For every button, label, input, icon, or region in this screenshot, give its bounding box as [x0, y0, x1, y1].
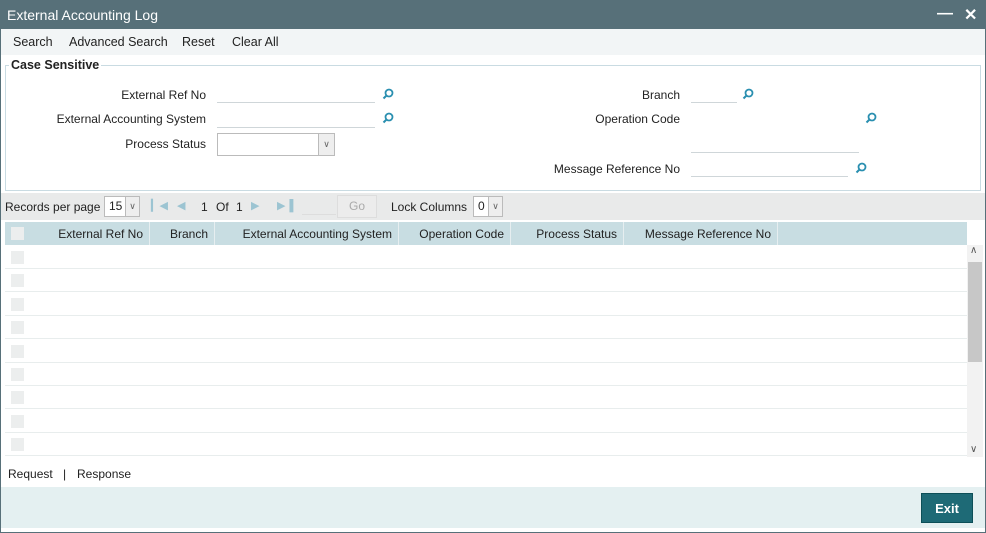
reset-button[interactable]: Reset	[182, 35, 215, 49]
records-per-page-select[interactable]: 15 ∨	[104, 196, 140, 217]
row-checkbox[interactable]	[11, 321, 24, 335]
row-checkbox[interactable]	[11, 251, 24, 264]
table-row[interactable]	[5, 386, 967, 410]
table-row[interactable]	[5, 340, 967, 363]
response-link[interactable]: Response	[77, 467, 131, 481]
lock-columns-value: 0	[478, 199, 485, 213]
process-status-select[interactable]: ∨	[217, 133, 335, 156]
row-checkbox[interactable]	[11, 344, 24, 358]
table-row[interactable]	[5, 316, 967, 340]
table-row[interactable]	[5, 410, 967, 433]
select-all-checkbox[interactable]	[11, 227, 24, 240]
row-checkbox[interactable]	[11, 368, 24, 381]
previous-page-icon[interactable]: ◀	[177, 199, 185, 212]
operation-code-input[interactable]	[691, 135, 859, 153]
of-label: Of	[216, 200, 229, 214]
clear-all-button[interactable]: Clear All	[232, 35, 279, 49]
table-row[interactable]	[5, 246, 967, 269]
footer	[1, 487, 985, 528]
scroll-down-icon[interactable]: ∨	[970, 444, 977, 455]
message-reference-no-input[interactable]	[691, 159, 848, 177]
column-header[interactable]: Operation Code	[399, 222, 511, 245]
operation-code-label: Operation Code	[595, 112, 680, 126]
minus-icon[interactable]: —	[937, 5, 953, 23]
exit-button[interactable]: Exit	[921, 493, 973, 523]
close-icon[interactable]: ✕	[964, 5, 977, 25]
chevron-down-icon: ∨	[125, 197, 139, 216]
column-header[interactable]: External Ref No	[36, 222, 150, 245]
column-header[interactable]: External Accounting System	[215, 222, 399, 245]
table-header: External Ref No Branch External Accounti…	[5, 222, 967, 245]
separator: |	[63, 467, 67, 481]
table-row[interactable]	[5, 433, 967, 457]
process-status-value	[218, 137, 221, 151]
row-checkbox[interactable]	[11, 414, 24, 428]
request-link[interactable]: Request	[8, 467, 53, 481]
search-icon[interactable]	[865, 112, 877, 124]
row-checkbox[interactable]	[11, 391, 24, 405]
external-accounting-system-label: External Accounting System	[56, 112, 206, 126]
scroll-up-icon[interactable]: ∧	[970, 245, 977, 256]
next-page-icon[interactable]: ▶	[251, 199, 259, 212]
records-per-page-label: Records per page	[5, 200, 101, 214]
advanced-search-button[interactable]: Advanced Search	[69, 35, 168, 49]
external-ref-no-label: External Ref No	[121, 88, 206, 102]
go-button[interactable]: Go	[337, 195, 377, 218]
external-accounting-system-input[interactable]	[217, 110, 375, 128]
first-page-icon[interactable]: ▎◀	[151, 199, 168, 212]
window-title: External Accounting Log	[0, 0, 986, 29]
row-checkbox[interactable]	[11, 297, 24, 311]
page-number-input[interactable]	[302, 197, 336, 215]
table-row[interactable]	[5, 363, 967, 386]
lock-columns-select[interactable]: 0 ∨	[473, 196, 503, 217]
fieldset-legend: Case Sensitive	[9, 58, 102, 72]
external-ref-no-input[interactable]	[217, 85, 375, 103]
records-per-page-value: 15	[109, 199, 123, 213]
table-row[interactable]	[5, 293, 967, 316]
lock-columns-label: Lock Columns	[391, 200, 468, 214]
row-checkbox[interactable]	[11, 438, 24, 452]
column-header[interactable]: Branch	[150, 222, 215, 245]
search-button[interactable]: Search	[13, 35, 53, 49]
current-page: 1	[201, 200, 208, 214]
column-header[interactable]: Message Reference No	[624, 222, 778, 245]
search-icon[interactable]	[382, 112, 394, 124]
branch-label: Branch	[641, 88, 680, 102]
row-checkbox[interactable]	[11, 274, 24, 288]
scrollbar-thumb[interactable]	[968, 262, 982, 362]
chevron-down-icon: ∨	[318, 134, 334, 155]
search-icon[interactable]	[382, 88, 394, 100]
column-header[interactable]: Process Status	[511, 222, 624, 245]
search-icon[interactable]	[742, 88, 754, 100]
table-row[interactable]	[5, 269, 967, 293]
last-page-icon[interactable]: ▶▐	[277, 199, 293, 212]
branch-input[interactable]	[691, 85, 737, 103]
search-icon[interactable]	[855, 162, 867, 174]
message-reference-no-label: Message Reference No	[553, 162, 680, 176]
process-status-label: Process Status	[125, 137, 206, 151]
chevron-down-icon: ∨	[488, 197, 502, 216]
total-pages: 1	[236, 200, 243, 214]
